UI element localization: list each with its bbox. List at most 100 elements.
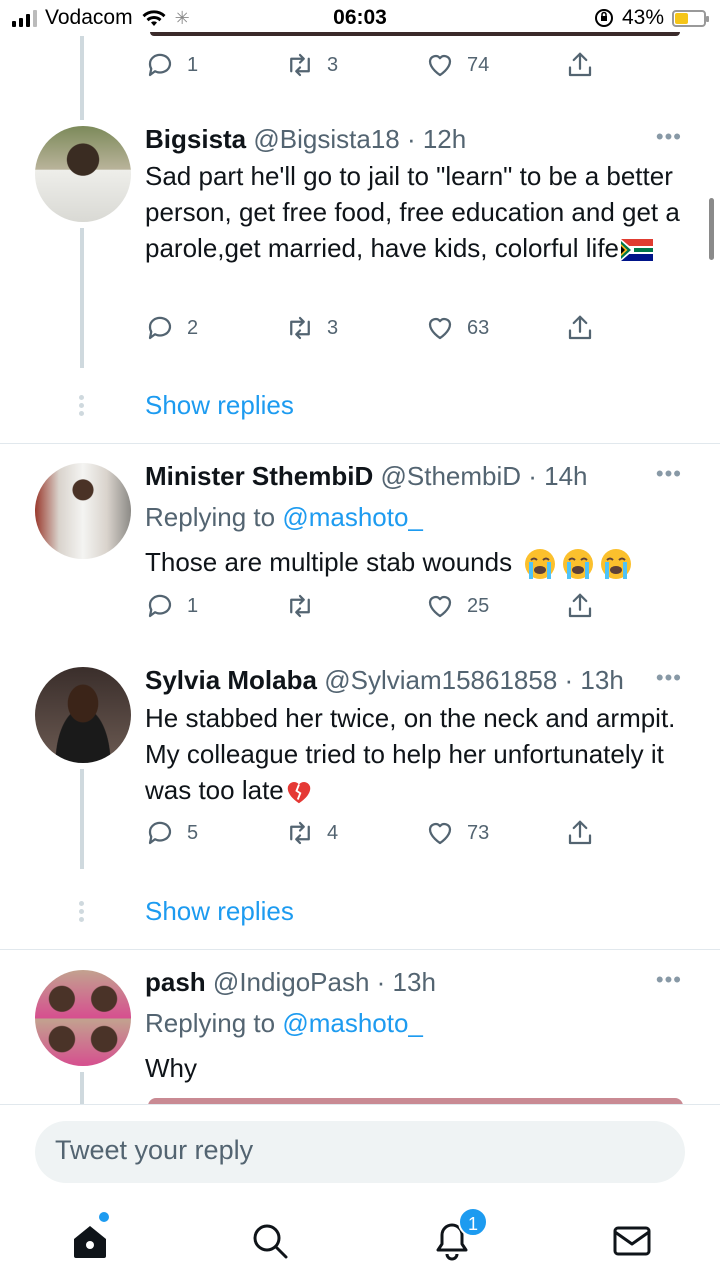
retweet-count: 3 <box>327 53 339 76</box>
retweet-button[interactable]: 3 <box>285 313 338 343</box>
share-button[interactable] <box>565 313 595 343</box>
show-replies-link[interactable]: Show replies <box>145 896 294 927</box>
home-icon <box>74 1226 106 1258</box>
previous-media-edge <box>150 32 680 36</box>
scrollbar[interactable] <box>709 198 714 260</box>
thread-line <box>80 1072 84 1104</box>
tweet-text: Sad part he'll go to jail to "learn" to … <box>145 161 680 263</box>
mail-icon <box>613 1226 651 1256</box>
retweet-icon <box>290 53 310 77</box>
tweet-actions: 5 4 73 <box>145 818 605 854</box>
tweet-actions: 1 25 <box>145 591 605 627</box>
show-replies-link[interactable]: Show replies <box>145 390 294 421</box>
heart-icon <box>428 54 452 77</box>
tweet-header: Sylvia Molaba @Sylviam15861858 · 13h <box>145 665 624 696</box>
avatar[interactable] <box>35 463 131 559</box>
loudly-crying-face-icon <box>563 549 594 580</box>
like-count: 63 <box>467 316 490 339</box>
like-count: 25 <box>467 594 490 617</box>
status-bar: Vodacom ✳ 06:03 43% <box>0 0 720 36</box>
broken-heart-icon <box>287 782 310 804</box>
tab-search[interactable] <box>248 1219 292 1263</box>
thread-line <box>80 769 84 869</box>
more-options-icon[interactable]: ••• <box>656 967 682 993</box>
replying-to-label: Replying to <box>145 502 283 532</box>
reply-count: 2 <box>187 316 199 339</box>
like-count: 73 <box>467 821 490 844</box>
like-button[interactable]: 63 <box>425 313 489 343</box>
retweet-button[interactable] <box>285 591 327 621</box>
reply-icon <box>148 53 172 77</box>
reply-area: Tweet your reply <box>0 1104 720 1280</box>
avatar[interactable] <box>35 667 131 763</box>
loudly-crying-face-icon <box>525 549 556 580</box>
avatar[interactable] <box>35 126 131 222</box>
handle-and-time[interactable]: @Bigsista18 · 12h <box>253 124 466 154</box>
mention-link[interactable]: @mashoto_ <box>282 502 423 532</box>
replying-to: Replying to @mashoto_ <box>145 1008 423 1039</box>
retweet-button[interactable]: 3 <box>285 50 338 80</box>
like-button[interactable]: 74 <box>425 50 489 80</box>
thread-dots-icon <box>79 395 85 419</box>
tweet-body: Why <box>145 1050 690 1086</box>
reply-count: 5 <box>187 821 199 844</box>
retweet-icon <box>290 594 310 618</box>
retweet-count: 4 <box>327 821 339 844</box>
more-options-icon[interactable]: ••• <box>656 665 682 691</box>
display-name[interactable]: Sylvia Molaba <box>145 665 317 695</box>
handle-and-time[interactable]: @SthembiD · 14h <box>380 461 587 491</box>
tweet-text: Those are multiple stab wounds <box>145 547 513 577</box>
more-options-icon[interactable]: ••• <box>656 124 682 150</box>
tweet-body: He stabbed her twice, on the neck and ar… <box>145 700 690 808</box>
reply-count: 1 <box>187 594 199 617</box>
prev-tweet-actions: 1 3 74 <box>145 50 605 86</box>
display-name[interactable]: Minister SthembiD <box>145 461 373 491</box>
like-button[interactable]: 25 <box>425 591 489 621</box>
retweet-count: 3 <box>327 316 339 339</box>
divider <box>0 949 720 950</box>
like-count: 74 <box>467 53 490 76</box>
retweet-icon <box>290 316 310 340</box>
tab-home[interactable] <box>68 1219 112 1263</box>
thread-line <box>80 228 84 368</box>
orientation-lock-icon <box>594 9 613 27</box>
replying-to-label: Replying to <box>145 1008 283 1038</box>
thread-dots-icon <box>79 901 85 925</box>
notifications-badge: 1 <box>458 1207 488 1237</box>
tab-messages[interactable] <box>610 1219 654 1263</box>
reply-icon <box>148 316 172 340</box>
share-button[interactable] <box>565 818 595 848</box>
loudly-crying-face-icon <box>601 549 632 580</box>
retweet-button[interactable]: 4 <box>285 818 338 848</box>
avatar[interactable] <box>35 970 131 1066</box>
tweet-body: Those are multiple stab wounds <box>145 544 690 581</box>
handle-and-time[interactable]: @Sylviam15861858 · 13h <box>324 665 624 695</box>
share-icon <box>568 820 592 845</box>
search-icon <box>253 1224 288 1259</box>
reply-button[interactable]: 1 <box>145 591 198 621</box>
reply-button[interactable]: 2 <box>145 313 198 343</box>
reply-icon <box>148 594 172 618</box>
new-content-dot <box>99 1212 109 1222</box>
more-options-icon[interactable]: ••• <box>656 461 682 487</box>
divider <box>0 443 720 444</box>
retweet-icon <box>290 821 310 845</box>
reply-button[interactable]: 1 <box>145 50 198 80</box>
tweet-actions: 2 3 63 <box>145 313 605 349</box>
reply-input[interactable]: Tweet your reply <box>35 1121 685 1183</box>
heart-icon <box>428 595 452 618</box>
mention-link[interactable]: @mashoto_ <box>282 1008 423 1038</box>
share-button[interactable] <box>565 50 595 80</box>
share-icon <box>568 52 592 77</box>
battery-percent: 43% <box>621 6 664 29</box>
heart-icon <box>428 317 452 340</box>
tweet-body: Sad part he'll go to jail to "learn" to … <box>145 158 690 266</box>
display-name[interactable]: Bigsista <box>145 124 246 154</box>
handle-and-time[interactable]: @IndigoPash · 13h <box>213 967 436 997</box>
tweet-header: pash @IndigoPash · 13h <box>145 967 436 998</box>
display-name[interactable]: pash <box>145 967 206 997</box>
share-button[interactable] <box>565 591 595 621</box>
like-button[interactable]: 73 <box>425 818 489 848</box>
heart-icon <box>428 822 452 845</box>
reply-button[interactable]: 5 <box>145 818 198 848</box>
